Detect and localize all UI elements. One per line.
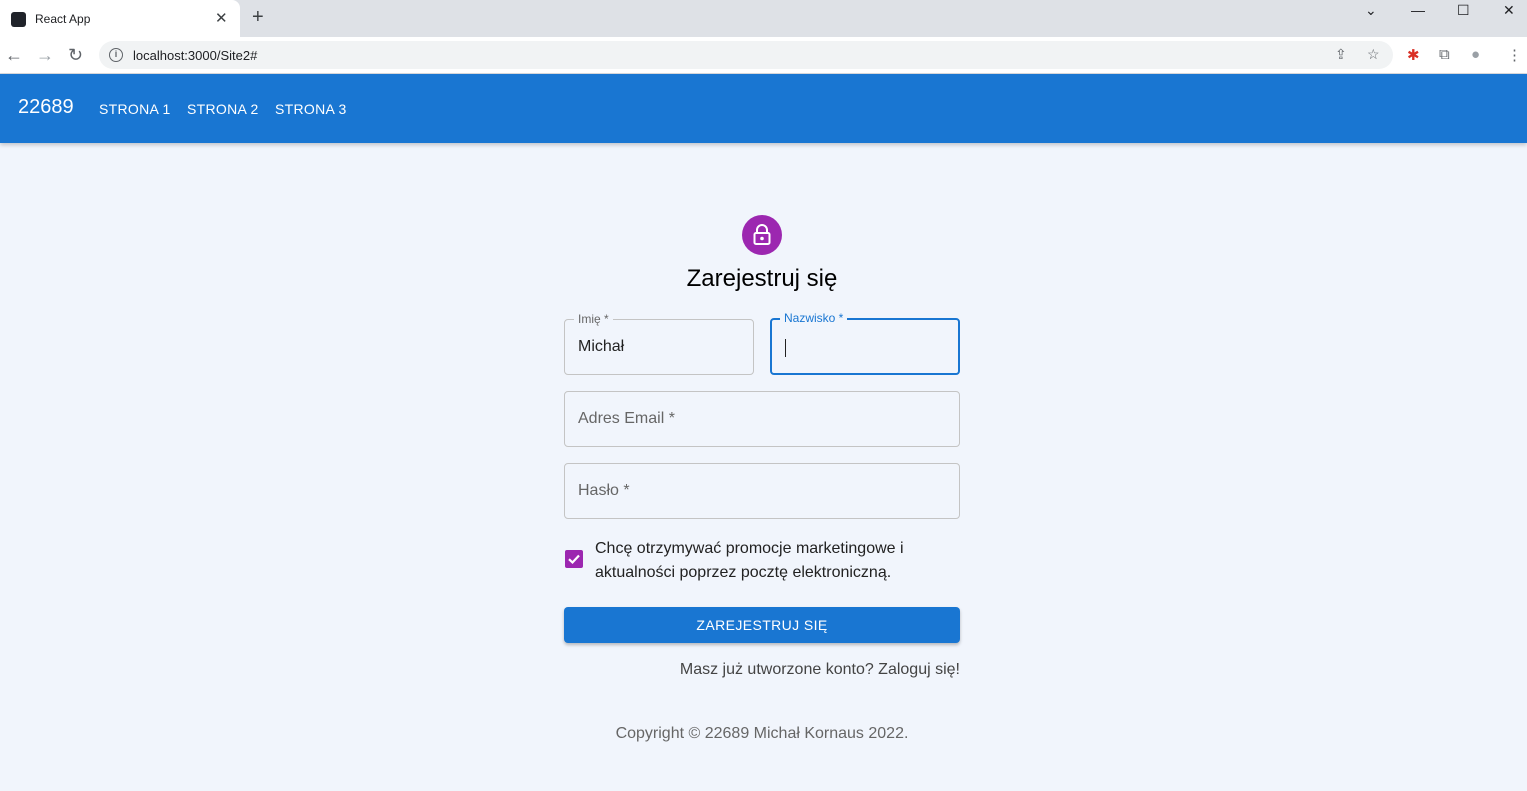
marketing-checkbox[interactable] xyxy=(565,550,583,568)
reload-icon[interactable]: ↻ xyxy=(68,45,83,65)
browser-toolbar: ← → ↻ i localhost:3000/Site2# ⇪ ☆ xyxy=(0,37,1527,74)
first-name-value[interactable]: Michał xyxy=(578,338,624,356)
window-close-icon[interactable]: ✕ xyxy=(1503,2,1515,19)
register-button[interactable]: ZAREJESTRUJ SIĘ xyxy=(564,607,960,643)
checkmark-icon xyxy=(568,554,580,565)
tab-title: React App xyxy=(35,12,91,26)
browser-tab[interactable]: React App ✕ xyxy=(0,0,240,37)
nav-link-strona-1[interactable]: STRONA 1 xyxy=(99,101,171,117)
profile-avatar-icon[interactable]: ● xyxy=(1471,46,1480,63)
last-name-field[interactable]: Nazwisko * xyxy=(770,312,960,375)
brand-logo-text[interactable]: 22689 xyxy=(18,96,74,119)
email-placeholder: Adres Email * xyxy=(578,410,675,427)
lock-avatar xyxy=(742,215,782,255)
share-icon[interactable]: ⇪ xyxy=(1335,46,1347,63)
text-caret xyxy=(785,339,786,357)
tab-close-icon[interactable]: ✕ xyxy=(215,9,228,27)
new-tab-button[interactable]: + xyxy=(252,6,264,29)
lock-icon xyxy=(753,224,771,245)
first-name-field[interactable]: Imię * Michał xyxy=(564,313,754,375)
react-favicon-icon xyxy=(11,12,26,27)
nav-link-strona-3[interactable]: STRONA 3 xyxy=(275,101,347,117)
forward-icon[interactable]: → xyxy=(36,45,54,65)
copyright-text: Copyright © 22689 Michał Kornaus 2022. xyxy=(615,725,909,742)
extensions-puzzle-icon[interactable]: ⧉ xyxy=(1439,46,1450,63)
maximize-icon[interactable]: ☐ xyxy=(1457,2,1470,19)
browser-tab-bar: React App ✕ + ⌄ — ☐ ✕ xyxy=(0,0,1527,37)
app-bar: 22689 STRONA 1 STRONA 2 STRONA 3 xyxy=(0,74,1527,143)
password-field[interactable]: Hasło * xyxy=(564,463,960,519)
browser-menu-icon[interactable]: ⋮ xyxy=(1507,46,1522,64)
tab-search-icon[interactable]: ⌄ xyxy=(1365,2,1377,19)
address-bar[interactable]: i localhost:3000/Site2# ⇪ ☆ xyxy=(99,41,1393,69)
last-name-label: Nazwisko * xyxy=(780,312,848,324)
email-field[interactable]: Adres Email * xyxy=(564,391,960,447)
url-text[interactable]: localhost:3000/Site2# xyxy=(133,48,257,63)
page-title: Zarejestruj się xyxy=(686,265,838,292)
back-icon[interactable]: ← xyxy=(5,45,23,65)
marketing-checkbox-label[interactable]: Chcę otrzymywać promocje marketingowe i … xyxy=(595,537,965,585)
minimize-icon[interactable]: — xyxy=(1411,2,1425,18)
site-info-icon[interactable]: i xyxy=(109,48,123,62)
nav-link-strona-2[interactable]: STRONA 2 xyxy=(187,101,259,117)
extension-icon[interactable]: ✱ xyxy=(1407,46,1420,64)
password-placeholder: Hasło * xyxy=(578,482,630,499)
first-name-label: Imię * xyxy=(574,313,613,325)
bookmark-star-icon[interactable]: ☆ xyxy=(1367,46,1380,63)
login-link[interactable]: Masz już utworzone konto? Zaloguj się! xyxy=(564,661,960,679)
